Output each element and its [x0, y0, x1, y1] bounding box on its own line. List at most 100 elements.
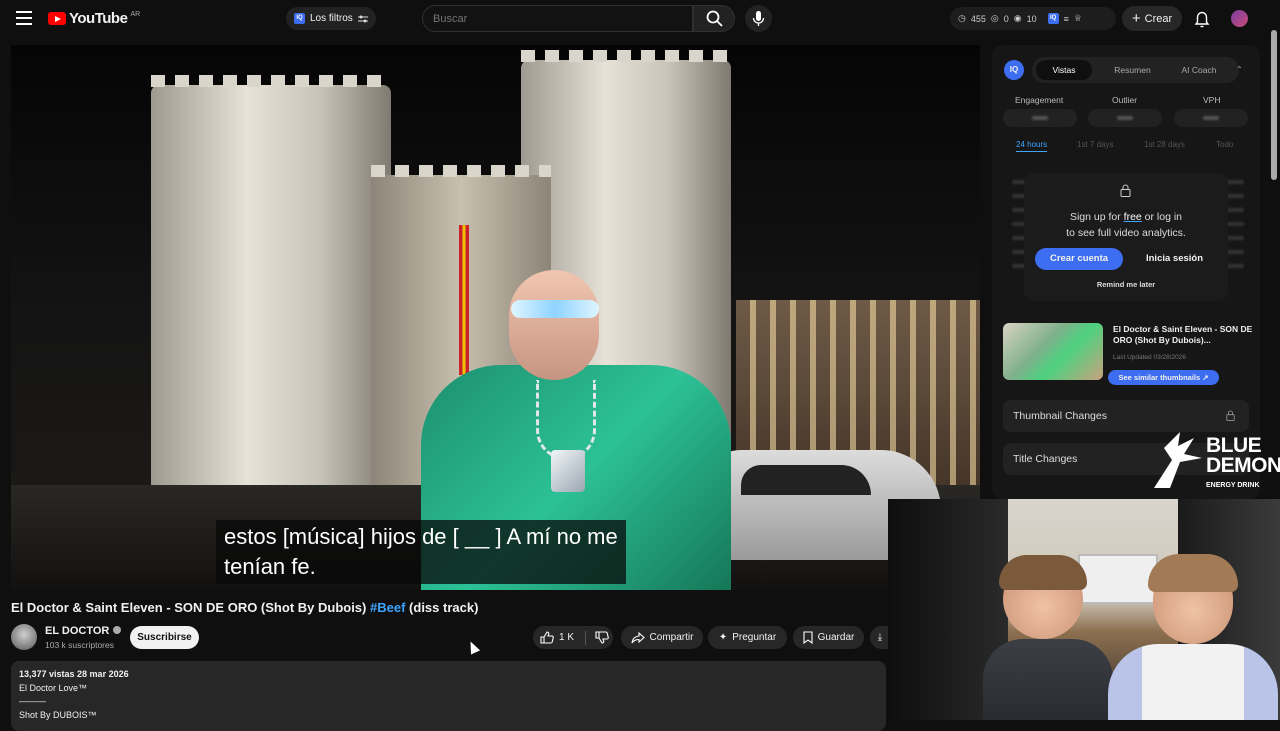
signup-free-text: free [1123, 211, 1142, 223]
description-line: ——— [19, 696, 46, 706]
webcam-overlay [888, 499, 1280, 720]
tab-summary[interactable]: Resumen [1100, 60, 1165, 80]
mouse-cursor [465, 639, 481, 655]
divider [585, 630, 587, 645]
thumbnail-changes-row[interactable]: Thumbnail Changes [1003, 400, 1249, 432]
save-button[interactable]: Guardar [793, 626, 864, 649]
metric-outlier-value [1088, 109, 1162, 127]
create-account-button[interactable]: Crear cuenta [1035, 248, 1123, 270]
list-icon[interactable]: ≡ [1064, 14, 1069, 24]
iq-icon: IQ [1047, 13, 1059, 24]
blue-demon-logo: BLUE DEMON ENERGY DRINK [1150, 430, 1280, 492]
metric-vph-value [1174, 109, 1248, 127]
download-icon: ⤓ [877, 632, 883, 643]
filters-label: Los filtros [310, 13, 353, 24]
channel-name[interactable]: EL DOCTOR [45, 625, 122, 637]
share-icon [631, 631, 645, 643]
see-similar-thumbnails-button[interactable]: See similar thumbnails ↗ [1108, 370, 1219, 385]
chevron-up-icon[interactable]: ⌃ [1236, 65, 1243, 74]
ask-label: Preguntar [732, 632, 777, 643]
video-description[interactable]: 13,377 vistas 28 mar 2026 El Doctor Love… [11, 661, 886, 731]
demon-figure-icon [1154, 432, 1202, 488]
stat-views: 455 [970, 13, 986, 24]
channel-name-text[interactable]: EL DOCTOR [45, 625, 109, 637]
like-stat-icon: ◎ [990, 13, 999, 23]
clock-icon: ◷ [958, 13, 966, 23]
user-avatar[interactable] [1231, 10, 1248, 27]
like-count[interactable]: 1 K [559, 632, 574, 643]
video-title-text: El Doctor & Saint Eleven - SON DE ORO (S… [11, 600, 367, 615]
description-line: El Doctor Love™ [19, 682, 88, 693]
signup-gate: Sign up for free or log in to see full v… [1024, 173, 1228, 301]
stat-likes: 0 [1003, 13, 1009, 24]
views-and-date: 13,377 vistas 28 mar 2026 [19, 669, 129, 679]
streamer-right [1098, 554, 1278, 720]
stat-comments: 10 [1026, 13, 1037, 24]
similar-video-title[interactable]: El Doctor & Saint Eleven - SON DE ORO (S… [1113, 324, 1253, 346]
video-player[interactable]: estos [música] hijos de [ __ ] A mí no m… [11, 45, 980, 590]
menu-icon[interactable] [16, 11, 32, 25]
signup-text-line-2: to see full video analytics. [1066, 227, 1186, 239]
tab-ai-coach[interactable]: AI Coach [1167, 60, 1231, 80]
country-code: AR [130, 11, 141, 18]
video-title: El Doctor & Saint Eleven - SON DE ORO (S… [11, 600, 478, 615]
video-title-suffix: (diss track) [409, 600, 479, 615]
metric-engagement-value [1003, 109, 1077, 127]
ask-button[interactable]: ✦ Preguntar [708, 626, 787, 649]
range-24-hours[interactable]: 24 hours [1016, 140, 1048, 152]
search-input[interactable] [423, 6, 692, 31]
thumbnail-changes-label: Thumbnail Changes [1013, 410, 1107, 422]
metric-engagement-label: Engagement [1015, 95, 1064, 105]
youtube-play-icon [48, 12, 66, 25]
search-box [422, 5, 693, 32]
search-icon [706, 10, 723, 27]
signup-text: Sign up for [1069, 211, 1124, 223]
range-all[interactable]: Todo [1216, 140, 1233, 149]
sparkle-icon: ✦ [718, 632, 728, 643]
filters-button[interactable]: IQ Los filtros [286, 7, 376, 30]
range-7-days[interactable]: 1st 7 days [1077, 140, 1113, 149]
sponsor-name-text: BLUE DEMON [1206, 434, 1280, 477]
mic-icon [752, 11, 765, 26]
eye-icon: ◉ [1013, 13, 1022, 23]
caption-line-2: tenían fe. [224, 554, 316, 579]
bell-icon[interactable] [1193, 9, 1211, 29]
metric-outlier-label: Outlier [1112, 95, 1138, 105]
similar-video-thumbnail[interactable] [1003, 323, 1103, 380]
page-scrollbar[interactable] [1271, 30, 1277, 180]
sponsor-tagline: ENERGY DRINK [1206, 482, 1260, 489]
plus-icon: + [1131, 10, 1141, 27]
panel-tabs: Vistas Resumen AI Coach [1032, 57, 1239, 83]
remind-later-link[interactable]: Remind me later [1024, 280, 1228, 289]
video-captions: estos [música] hijos de [ __ ] A mí no m… [216, 520, 626, 584]
similar-last-updated: Last Updated 03/28/2026 [1113, 354, 1187, 361]
lock-icon [1120, 184, 1131, 197]
caption-line-1: estos [música] hijos de [ __ ] A mí no m… [224, 524, 618, 549]
tab-views[interactable]: Vistas [1036, 60, 1092, 80]
title-changes-label: Title Changes [1013, 453, 1078, 465]
subscribe-button[interactable]: Suscribirse [130, 626, 199, 649]
create-button[interactable]: + Crear [1122, 6, 1182, 31]
channel-stats-pill[interactable]: ◷ 455 ◎ 0 ◉ 10 IQ ≡ ♕ [950, 7, 1116, 30]
share-button[interactable]: Compartir [621, 626, 703, 649]
streamer-left [983, 555, 1113, 720]
bookmark-icon [803, 631, 813, 644]
sponsor-name: BLUE DEMON [1206, 434, 1280, 477]
trophy-icon[interactable]: ♕ [1074, 13, 1082, 24]
mic-button[interactable] [745, 5, 772, 32]
channel-avatar[interactable] [11, 624, 37, 650]
range-28-days[interactable]: 1st 28 days [1144, 140, 1185, 149]
lock-icon [1226, 410, 1235, 421]
thumbs-up-icon[interactable] [540, 631, 554, 644]
hashtag-link[interactable]: #Beef [370, 600, 405, 615]
create-label: Crear [1144, 12, 1173, 25]
share-label: Compartir [649, 632, 694, 643]
download-button[interactable]: ⤓ [870, 626, 890, 649]
youtube-logo[interactable]: YouTube AR [48, 10, 140, 27]
top-bar: YouTube AR IQ Los filtros ◷ 455 ◎ 0 ◉ 10 IQ… [0, 0, 1280, 38]
thumbs-down-icon[interactable] [595, 631, 609, 644]
search-button[interactable] [693, 5, 735, 32]
video-tower-left [151, 75, 391, 515]
login-button[interactable]: Inicia sesión [1132, 248, 1217, 270]
logo-text: YouTube [69, 10, 128, 27]
